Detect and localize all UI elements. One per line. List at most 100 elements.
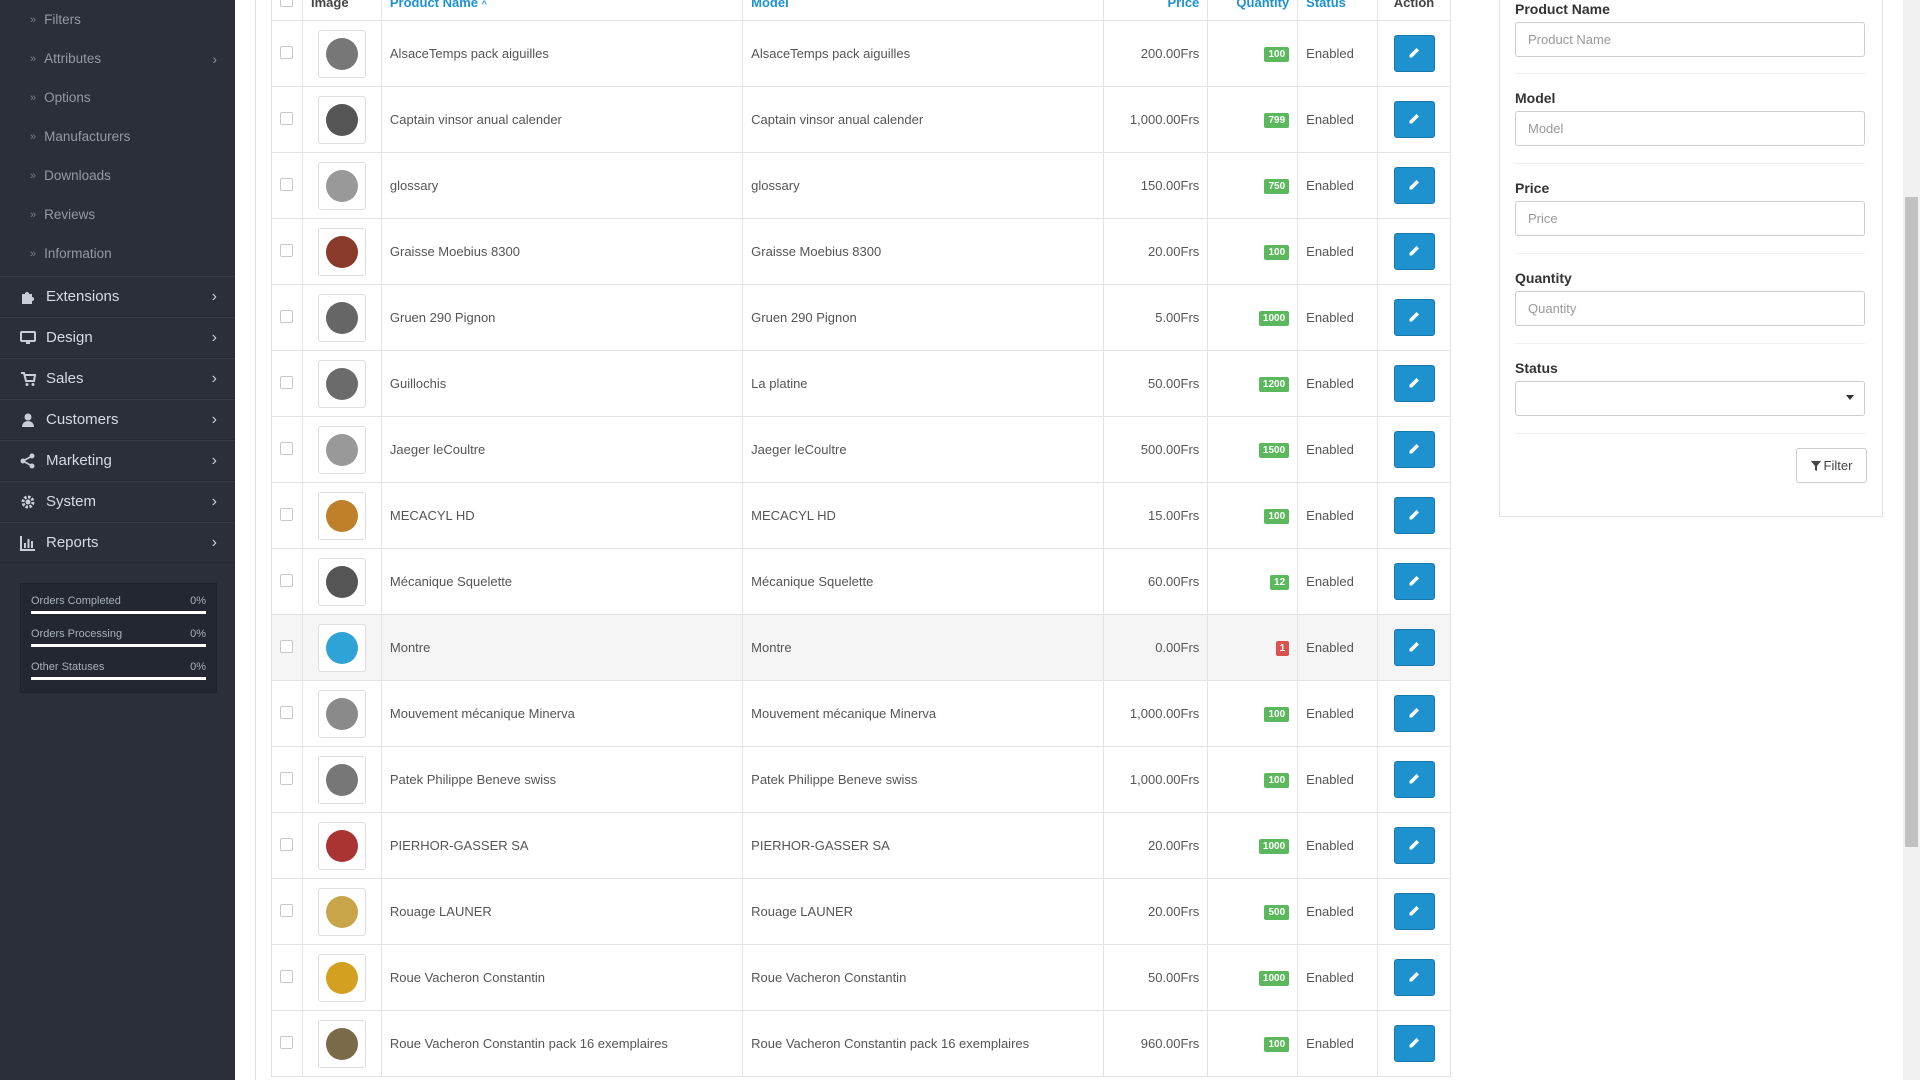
sidebar-item-marketing[interactable]: Marketing › <box>0 440 235 481</box>
row-checkbox[interactable] <box>280 705 294 719</box>
status-cell: Enabled <box>1297 20 1379 87</box>
sort-product-name-link[interactable]: Product Name ^ <box>390 0 487 10</box>
sort-quantity-link[interactable]: Quantity <box>1236 0 1289 10</box>
sidebar-item-extensions[interactable]: Extensions › <box>0 276 235 317</box>
row-checkbox[interactable] <box>280 903 294 917</box>
row-checkbox[interactable] <box>280 375 294 389</box>
row-checkbox[interactable] <box>280 837 294 851</box>
edit-button[interactable] <box>1393 431 1435 468</box>
divider <box>1515 253 1865 254</box>
product-name-cell: AlsaceTemps pack aiguilles <box>380 20 744 87</box>
table-row: Rouage LAUNER Rouage LAUNER 20.00Frs 500 Ena… <box>271 878 1451 945</box>
price-cell: 150.00Frs <box>1103 152 1209 219</box>
status-cell: Enabled <box>1297 680 1379 747</box>
sidebar-subitem-filters[interactable]: » Filters <box>0 0 235 39</box>
chevron-right-icon: › <box>211 451 217 469</box>
row-checkbox[interactable] <box>280 309 294 323</box>
table-row: Gruen 290 Pignon Gruen 290 Pignon 5.00Frs 1… <box>271 284 1451 351</box>
pencil-icon <box>1409 708 1419 718</box>
status-cell: Enabled <box>1297 614 1379 681</box>
header-price[interactable]: Price <box>1103 0 1209 21</box>
edit-button[interactable] <box>1393 233 1435 270</box>
sidebar-item-sales[interactable]: Sales › <box>0 358 235 399</box>
sidebar-item-design[interactable]: Design › <box>0 317 235 358</box>
edit-button[interactable] <box>1393 827 1435 864</box>
row-checkbox[interactable] <box>280 639 294 653</box>
filter-status-select[interactable] <box>1515 381 1865 416</box>
row-checkbox[interactable] <box>280 177 294 191</box>
edit-button[interactable] <box>1393 365 1435 402</box>
table-row: Graisse Moebius 8300 Graisse Moebius 8300… <box>271 218 1451 285</box>
divider <box>1515 433 1865 434</box>
edit-button[interactable] <box>1393 167 1435 204</box>
catalog-submenu: » Filters » Attributes › » Options » Manufacture… <box>0 0 235 273</box>
edit-button[interactable] <box>1393 563 1435 600</box>
edit-button[interactable] <box>1393 695 1435 732</box>
puzzle-icon <box>20 289 36 305</box>
edit-button[interactable] <box>1393 893 1435 930</box>
sidebar-subitem-reviews[interactable]: » Reviews <box>0 195 235 234</box>
sidebar-item-system[interactable]: System › <box>0 481 235 522</box>
filter-product-name-label: Product Name <box>1515 1 1610 17</box>
chevron-right-icon: › <box>211 410 217 428</box>
row-checkbox[interactable] <box>280 243 294 257</box>
sidebar-subitem-information[interactable]: » Information <box>0 234 235 273</box>
filter-product-name-input[interactable]: Product Name <box>1515 22 1865 57</box>
edit-button[interactable] <box>1393 1025 1435 1062</box>
filter-model-input[interactable]: Model <box>1515 111 1865 146</box>
row-checkbox[interactable] <box>280 1035 294 1049</box>
sort-status-link[interactable]: Status <box>1306 0 1346 10</box>
model-cell: PIERHOR-GASSER SA <box>742 812 1105 879</box>
row-checkbox[interactable] <box>280 573 294 587</box>
action-cell <box>1377 416 1451 483</box>
row-select-cell <box>271 20 303 87</box>
pencil-icon <box>1409 312 1419 322</box>
quantity-cell: 100 <box>1207 680 1299 747</box>
sidebar-subitem-label: Reviews <box>44 207 96 222</box>
product-thumbnail <box>317 755 366 804</box>
header-status[interactable]: Status <box>1297 0 1379 21</box>
row-checkbox[interactable] <box>280 441 294 455</box>
sidebar-item-customers[interactable]: Customers › <box>0 399 235 440</box>
filter-quantity-input[interactable]: Quantity <box>1515 291 1865 326</box>
edit-button[interactable] <box>1393 959 1435 996</box>
header-quantity[interactable]: Quantity <box>1207 0 1299 21</box>
page-scrollbar[interactable] <box>1903 0 1920 1080</box>
edit-button[interactable] <box>1393 299 1435 336</box>
edit-button[interactable] <box>1393 35 1435 72</box>
filter-price-input[interactable]: Price <box>1515 201 1865 236</box>
sidebar-subitem-options[interactable]: » Options <box>0 78 235 117</box>
product-thumbnail <box>317 1019 366 1068</box>
table-row: MECACYL HD MECACYL HD 15.00Frs 100 Enabled <box>271 482 1451 549</box>
edit-button[interactable] <box>1393 101 1435 138</box>
edit-button[interactable] <box>1393 761 1435 798</box>
stat-item: Orders Completed 0% <box>21 584 216 617</box>
sidebar-subitem-attributes[interactable]: » Attributes › <box>0 39 235 78</box>
row-checkbox[interactable] <box>280 969 294 983</box>
row-checkbox[interactable] <box>280 45 294 59</box>
sidebar-item-label: Design <box>46 329 93 346</box>
sidebar-subitem-manufacturers[interactable]: » Manufacturers <box>0 117 235 156</box>
sort-model-link[interactable]: Model <box>751 0 789 10</box>
product-thumbnail <box>317 953 366 1002</box>
row-checkbox[interactable] <box>280 111 294 125</box>
sidebar-subitem-label: Information <box>44 246 112 261</box>
header-product-name[interactable]: Product Name ^ <box>380 0 744 21</box>
product-name-cell: Mouvement mécanique Minerva <box>380 680 744 747</box>
pencil-icon <box>1409 576 1419 586</box>
scrollbar-thumb[interactable] <box>1905 197 1918 847</box>
header-model[interactable]: Model <box>742 0 1105 21</box>
sort-price-link[interactable]: Price <box>1167 0 1199 10</box>
pencil-icon <box>1409 180 1419 190</box>
status-cell: Enabled <box>1297 416 1379 483</box>
sidebar-item-reports[interactable]: Reports › <box>0 522 235 563</box>
edit-button[interactable] <box>1393 497 1435 534</box>
stat-progress-bar <box>31 677 206 680</box>
sidebar-subitem-downloads[interactable]: » Downloads <box>0 156 235 195</box>
select-all-checkbox[interactable] <box>280 0 294 7</box>
filter-button[interactable]: Filter <box>1796 448 1867 483</box>
edit-button[interactable] <box>1393 629 1435 666</box>
share-icon <box>20 453 36 469</box>
row-checkbox[interactable] <box>280 771 294 785</box>
row-checkbox[interactable] <box>280 507 294 521</box>
